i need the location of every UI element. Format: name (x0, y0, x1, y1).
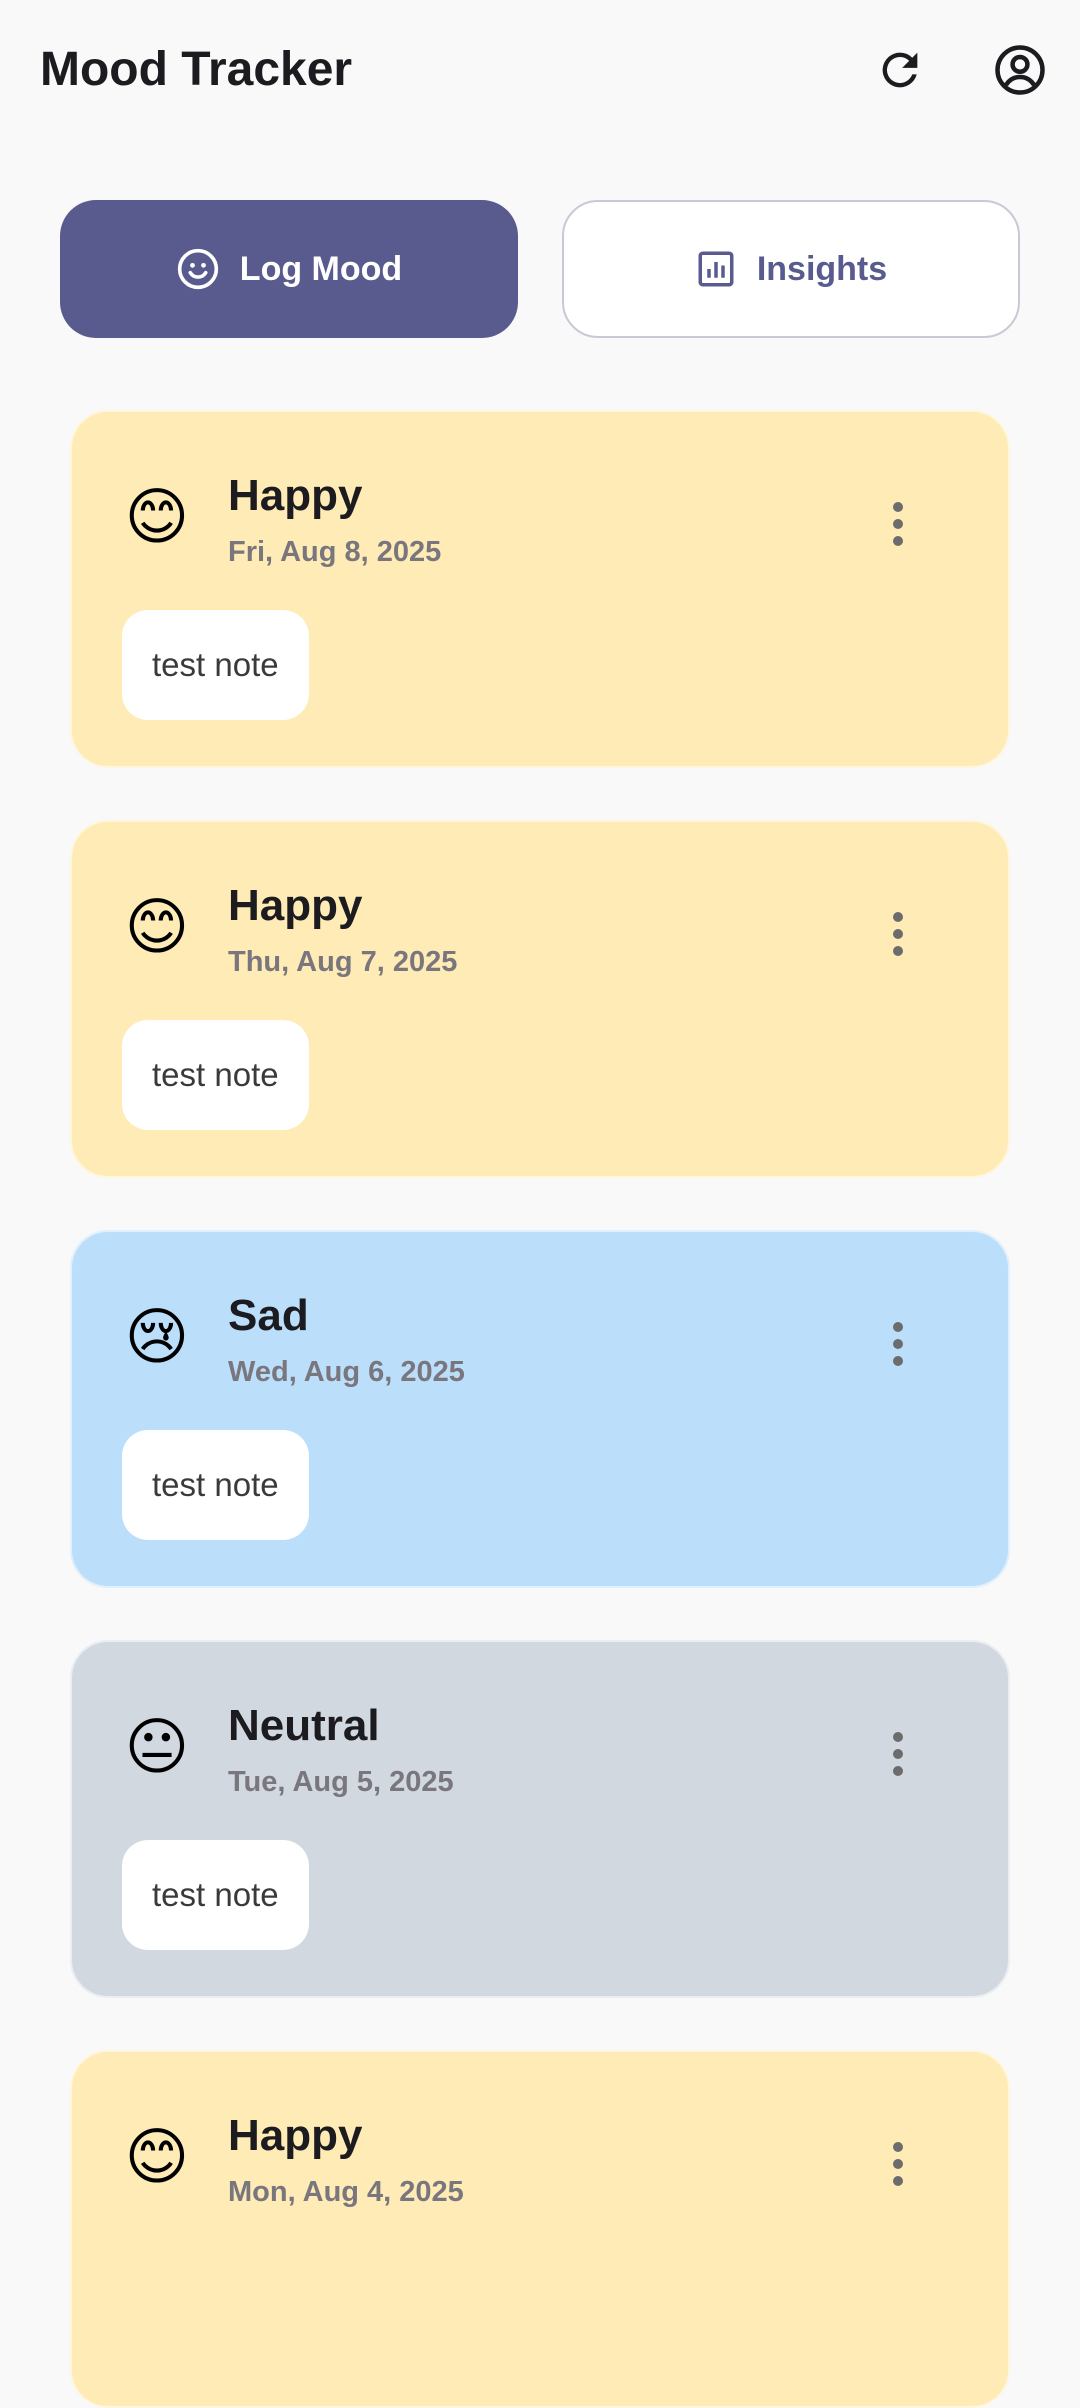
tab-bar: Log Mood Insights (60, 200, 1020, 340)
app-bar: Mood Tracker (0, 0, 1080, 140)
mood-label: Happy (228, 881, 363, 930)
entry-date: Thu, Aug 7, 2025 (228, 946, 458, 978)
mood-entry-card[interactable]: 😐 Neutral Tue, Aug 5, 2025 test note (70, 1640, 1010, 1998)
happy-emoji-icon: 😊 (124, 480, 190, 553)
more-options-icon[interactable] (878, 1314, 918, 1374)
refresh-icon[interactable] (870, 40, 930, 100)
bar-chart-icon (695, 248, 737, 290)
entry-date: Fri, Aug 8, 2025 (228, 536, 442, 568)
tab-log-mood[interactable]: Log Mood (60, 200, 518, 338)
happy-emoji-icon: 😊 (124, 2120, 190, 2193)
more-options-icon[interactable] (878, 2134, 918, 2194)
app-title: Mood Tracker (40, 43, 353, 96)
mood-label: Happy (228, 471, 363, 520)
mood-label: Neutral (228, 1701, 380, 1750)
mood-entry-card[interactable]: 😊 Happy Fri, Aug 8, 2025 test note (70, 410, 1010, 768)
entry-date: Wed, Aug 6, 2025 (228, 1356, 465, 1388)
neutral-emoji-icon: 😐 (124, 1710, 190, 1783)
entry-note: test note (122, 1430, 309, 1540)
entry-date: Mon, Aug 4, 2025 (228, 2176, 464, 2208)
more-options-icon[interactable] (878, 494, 918, 554)
tab-insights-label: Insights (756, 249, 888, 288)
mood-entry-card[interactable]: 😊 Happy Thu, Aug 7, 2025 test note (70, 820, 1010, 1178)
mood-label: Sad (228, 1291, 309, 1340)
account-circle-icon[interactable] (990, 40, 1050, 100)
more-options-icon[interactable] (878, 904, 918, 964)
entry-note: test note (122, 1020, 309, 1130)
entry-note: test note (122, 610, 309, 720)
mood-entry-card[interactable]: 😢 Sad Wed, Aug 6, 2025 test note (70, 1230, 1010, 1588)
tab-insights[interactable]: Insights (562, 200, 1020, 338)
entry-date: Tue, Aug 5, 2025 (228, 1766, 454, 1798)
happy-emoji-icon: 😊 (124, 890, 190, 963)
mood-label: Happy (228, 2111, 363, 2160)
mood-entry-card[interactable]: 😊 Happy Mon, Aug 4, 2025 (70, 2050, 1010, 2408)
entry-note: test note (122, 1840, 309, 1950)
sad-emoji-icon: 😢 (124, 1300, 190, 1373)
tab-log-mood-label: Log Mood (239, 249, 403, 288)
more-options-icon[interactable] (878, 1724, 918, 1784)
smiley-face-icon (176, 247, 220, 291)
